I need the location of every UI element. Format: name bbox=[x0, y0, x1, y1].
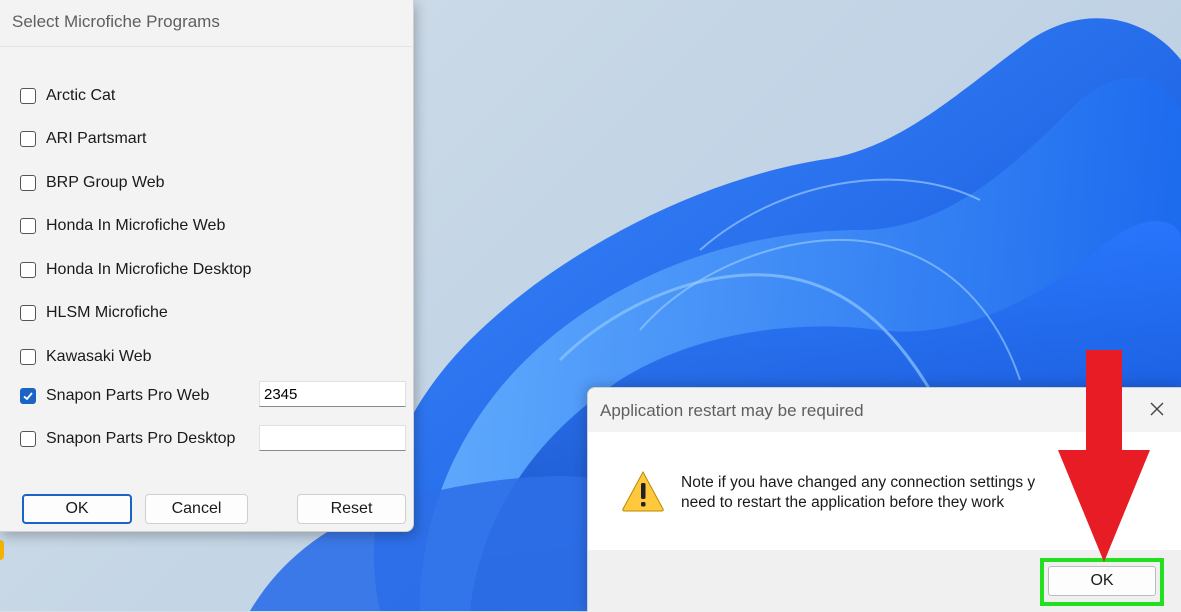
checkbox[interactable] bbox=[20, 175, 36, 191]
reset-button[interactable]: Reset bbox=[297, 494, 406, 524]
message-line-1: Note if you have changed any connection … bbox=[681, 474, 1036, 491]
cancel-button[interactable]: Cancel bbox=[145, 494, 248, 524]
program-row-snapon-web[interactable]: Snapon Parts Pro Web bbox=[20, 385, 209, 407]
program-label: Kawasaki Web bbox=[46, 348, 152, 365]
snapon-web-id-input[interactable] bbox=[259, 381, 406, 407]
checkbox[interactable] bbox=[20, 305, 36, 321]
select-microfiche-dialog: Select Microfiche Programs Arctic Cat AR… bbox=[0, 0, 414, 532]
program-row-brp-group-web[interactable]: BRP Group Web bbox=[20, 172, 165, 194]
program-row-ari-partsmart[interactable]: ARI Partsmart bbox=[20, 128, 146, 150]
taskbar-edge bbox=[0, 540, 4, 560]
checkbox[interactable] bbox=[20, 131, 36, 147]
program-label: BRP Group Web bbox=[46, 174, 165, 191]
checkbox[interactable] bbox=[20, 88, 36, 104]
checkbox-checked[interactable] bbox=[20, 388, 36, 404]
program-row-kawasaki-web[interactable]: Kawasaki Web bbox=[20, 346, 152, 368]
checkbox[interactable] bbox=[20, 218, 36, 234]
program-label: HLSM Microfiche bbox=[46, 304, 168, 321]
snapon-desktop-id-input[interactable] bbox=[259, 425, 406, 451]
program-label: Arctic Cat bbox=[46, 87, 116, 104]
checkbox[interactable] bbox=[20, 431, 36, 447]
program-row-snapon-desktop[interactable]: Snapon Parts Pro Desktop bbox=[20, 428, 235, 450]
close-icon[interactable] bbox=[1148, 400, 1166, 418]
program-label: Snapon Parts Pro Desktop bbox=[46, 430, 236, 447]
program-row-arctic-cat[interactable]: Arctic Cat bbox=[20, 85, 115, 107]
program-label: Honda In Microfiche Web bbox=[46, 217, 226, 234]
title-divider bbox=[0, 46, 413, 47]
checkmark-icon bbox=[23, 392, 33, 401]
warning-icon bbox=[622, 470, 664, 512]
program-label: Honda In Microfiche Desktop bbox=[46, 261, 252, 278]
dialog-title: Application restart may be required bbox=[600, 401, 864, 420]
program-label: ARI Partsmart bbox=[46, 130, 147, 147]
checkbox[interactable] bbox=[20, 262, 36, 278]
program-row-honda-web[interactable]: Honda In Microfiche Web bbox=[20, 215, 225, 237]
dialog-title: Select Microfiche Programs bbox=[12, 12, 220, 31]
ok-highlight-box bbox=[1040, 558, 1164, 606]
program-label: Snapon Parts Pro Web bbox=[46, 387, 210, 404]
program-row-honda-desktop[interactable]: Honda In Microfiche Desktop bbox=[20, 259, 251, 281]
dialog-message: Note if you have changed any connection … bbox=[681, 473, 1035, 513]
program-row-hlsm[interactable]: HLSM Microfiche bbox=[20, 302, 168, 324]
red-arrow-icon bbox=[1058, 350, 1150, 562]
message-line-2: need to restart the application before t… bbox=[681, 494, 1005, 511]
checkbox[interactable] bbox=[20, 349, 36, 365]
ok-button[interactable]: OK bbox=[22, 494, 132, 524]
